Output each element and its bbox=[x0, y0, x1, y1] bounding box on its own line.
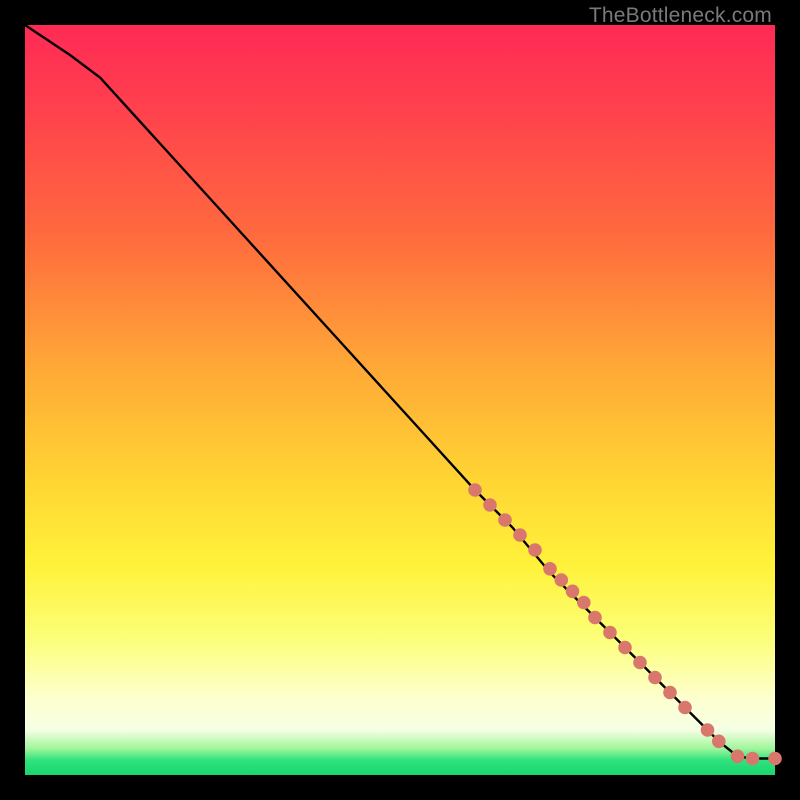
marker-dot bbox=[648, 671, 662, 685]
marker-dot bbox=[618, 641, 632, 655]
chart-frame: TheBottleneck.com bbox=[0, 0, 800, 800]
marker-dot bbox=[468, 483, 482, 497]
marker-dot bbox=[701, 723, 715, 737]
marker-dot bbox=[663, 686, 677, 700]
marker-dot bbox=[768, 752, 782, 766]
bottleneck-curve bbox=[25, 25, 775, 759]
marker-dot bbox=[633, 656, 647, 670]
watermark-text: TheBottleneck.com bbox=[589, 4, 772, 28]
marker-dot bbox=[555, 573, 569, 587]
marker-dot bbox=[577, 596, 591, 610]
marker-dot bbox=[603, 626, 617, 640]
marker-dot bbox=[731, 750, 745, 764]
marker-dot bbox=[543, 562, 557, 576]
marker-dot bbox=[746, 752, 760, 766]
marker-dot bbox=[588, 611, 602, 625]
curve-layer bbox=[25, 25, 775, 775]
plot-area bbox=[25, 25, 775, 775]
marker-dot bbox=[678, 701, 692, 715]
marker-dot bbox=[498, 513, 512, 527]
marker-dot bbox=[566, 585, 580, 599]
marker-dot bbox=[528, 543, 542, 557]
marker-dot bbox=[483, 498, 497, 512]
marker-dots bbox=[468, 483, 782, 765]
marker-dot bbox=[513, 528, 527, 542]
marker-dot bbox=[712, 735, 726, 749]
